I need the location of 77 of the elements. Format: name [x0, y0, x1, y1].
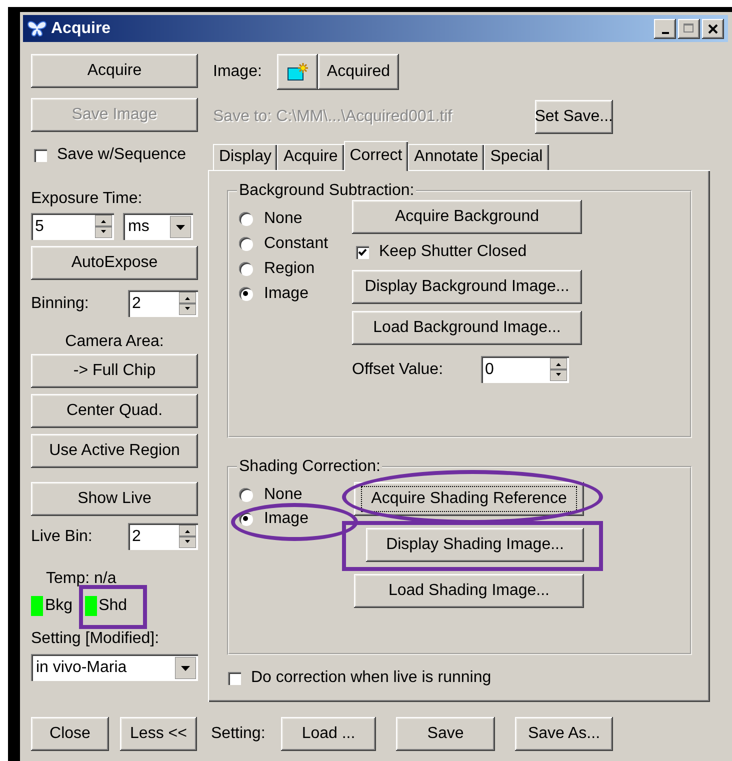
close-icon — [708, 24, 718, 34]
radio-button[interactable] — [239, 212, 252, 225]
indicator-label: Shd — [98, 597, 128, 615]
setting-dropdown[interactable]: in vivo-Maria — [31, 654, 198, 681]
acquire-background-button[interactable]: Acquire Background — [352, 200, 582, 234]
camera-area-button[interactable]: -> Full Chip — [31, 354, 198, 388]
background-image-button[interactable]: Display Background Image... — [352, 270, 582, 304]
binning-label: Binning: — [31, 294, 89, 312]
group-title: Background Subtraction: — [238, 182, 416, 200]
camera-area-label: Camera Area: — [65, 333, 164, 351]
butterfly-icon — [27, 20, 47, 38]
dropdown-arrow-icon[interactable] — [170, 216, 191, 238]
live-bin-label: Live Bin: — [31, 528, 92, 546]
close-button[interactable] — [702, 18, 724, 38]
unit-dropdown[interactable]: ms — [123, 213, 193, 240]
radio-label: None — [264, 486, 302, 504]
checkbox-label: Save w/Sequence — [57, 146, 186, 164]
tab[interactable]: Display — [213, 144, 278, 170]
radio-label: Constant — [264, 234, 328, 252]
spin-arrows-icon[interactable] — [550, 358, 568, 381]
background-image-button[interactable]: Load Background Image... — [352, 311, 582, 345]
setting-action-button[interactable]: Save As... — [515, 717, 613, 751]
show-live-button[interactable]: Show Live — [31, 482, 198, 516]
shading-button[interactable]: Load Shading Image... — [354, 574, 584, 608]
tab[interactable]: Correct — [344, 141, 408, 171]
radio-label: Image — [264, 284, 308, 302]
checkbox[interactable] — [34, 148, 47, 162]
radio-label: Image — [264, 510, 308, 528]
acquire-button[interactable]: Acquire — [31, 54, 198, 88]
acquired-button[interactable]: Acquired — [318, 54, 399, 90]
minimize-button[interactable] — [654, 18, 676, 38]
dropdown-arrow-icon[interactable] — [175, 656, 196, 678]
indicator-label: Bkg — [45, 597, 73, 615]
less-button[interactable]: Less << — [120, 717, 197, 751]
checkbox[interactable] — [356, 246, 369, 258]
setting-label: Setting: — [211, 725, 266, 743]
new-image-button[interactable] — [277, 54, 318, 90]
maximize-icon — [683, 23, 695, 34]
checkbox-label: Do correction when live is running — [251, 669, 492, 687]
radio-button[interactable] — [239, 237, 252, 250]
set-save-button[interactable]: Set Save... — [534, 100, 613, 134]
radio-label: Region — [264, 260, 315, 278]
setting-label: Setting [Modified]: — [31, 630, 160, 648]
sparkle-image-icon — [286, 62, 308, 82]
group-title: Shading Correction: — [238, 458, 382, 476]
camera-area-button[interactable]: Use Active Region — [31, 434, 198, 468]
shading-button[interactable]: Display Shading Image... — [366, 528, 584, 562]
radio-button[interactable] — [239, 488, 252, 501]
close-dialog-button[interactable]: Close — [31, 717, 109, 751]
offset-spinner[interactable]: 0 — [481, 356, 570, 383]
setting-action-button[interactable]: Save — [396, 717, 495, 751]
tab[interactable]: Acquire — [277, 144, 344, 170]
tab[interactable]: Annotate — [408, 144, 484, 170]
offset-label: Offset Value: — [352, 360, 444, 378]
maximize-button[interactable] — [678, 18, 700, 38]
setting-action-button[interactable]: Load ... — [281, 717, 376, 751]
live-bin-spinner[interactable]: 2 — [128, 523, 198, 550]
tab[interactable]: Special — [484, 144, 549, 170]
temperature-label: Temp: n/a — [46, 570, 118, 588]
shading-button[interactable]: Acquire Shading Reference — [354, 482, 584, 516]
autoexpose-button[interactable]: AutoExpose — [31, 246, 198, 280]
radio-button[interactable] — [239, 262, 252, 275]
exposure-spinner[interactable]: 5 — [31, 213, 114, 240]
camera-area-button[interactable]: Center Quad. — [31, 394, 198, 428]
radio-button[interactable] — [239, 287, 252, 300]
spin-arrows-icon[interactable] — [179, 292, 196, 315]
binning-spinner[interactable]: 2 — [128, 290, 198, 317]
minimize-icon — [662, 32, 668, 34]
radio-label: None — [264, 210, 302, 228]
save-path-text: Save to: C:\MM\...\Acquired001.tif — [213, 108, 452, 126]
checkbox-label: Keep Shutter Closed — [379, 243, 527, 261]
checkbox[interactable] — [228, 672, 241, 684]
spin-arrows-icon[interactable] — [95, 215, 112, 238]
window-title: Acquire — [51, 20, 111, 38]
exposure-label: Exposure Time: — [31, 190, 144, 208]
image-label: Image: — [213, 63, 263, 81]
spin-arrows-icon[interactable] — [179, 525, 196, 548]
